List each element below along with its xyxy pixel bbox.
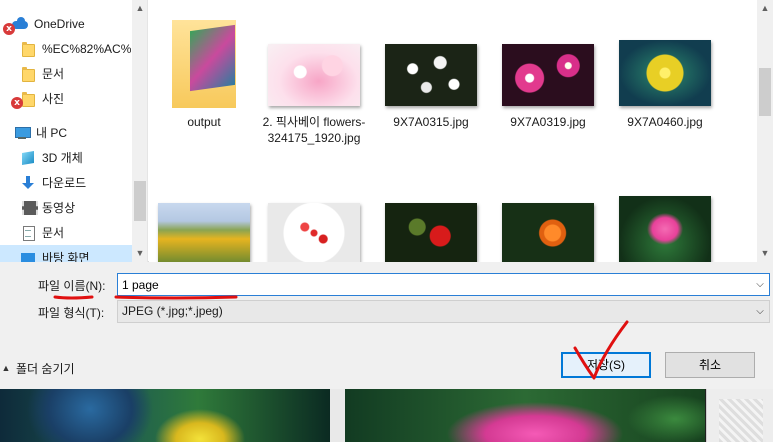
filename-label-underline xyxy=(53,295,94,300)
image-thumbnail xyxy=(268,44,360,106)
background-photo-flower-yellow xyxy=(0,389,330,442)
folder-thumbnail xyxy=(172,20,236,108)
nav-item-label: 3D 개체 xyxy=(42,151,83,165)
nav-item-this-pc[interactable]: 내 PC xyxy=(0,120,132,145)
sync-error-icon: x xyxy=(11,97,23,109)
nav-item-documents-onedrive[interactable]: 문서 xyxy=(0,61,132,86)
nav-item-desktop[interactable]: 바탕 화면 xyxy=(0,245,132,262)
filetype-label: 파일 형식(T): xyxy=(38,306,105,320)
filetype-select[interactable]: JPEG (*.jpg;*.jpeg) xyxy=(117,300,770,323)
scroll-thumb[interactable] xyxy=(759,68,771,116)
file-name: 9X7A0319.jpg xyxy=(510,115,586,129)
background-panel xyxy=(706,389,773,442)
filename-input[interactable] xyxy=(117,273,770,296)
nav-item-documents[interactable]: 문서 xyxy=(0,220,132,245)
nav-item-label: 문서 xyxy=(42,226,65,240)
pc-icon xyxy=(14,126,31,140)
scroll-thumb[interactable] xyxy=(134,181,146,221)
file-item[interactable]: 9X7A0315.jpg xyxy=(377,0,485,140)
nav-item-folder-encoded[interactable]: %EC%82%AC%E xyxy=(0,36,132,61)
nav-item-label: 다운로드 xyxy=(42,176,87,190)
file-item[interactable]: 9X7A0460.jpg xyxy=(611,0,719,140)
chevron-down-icon[interactable]: ⌵ xyxy=(752,303,768,320)
video-icon xyxy=(20,200,38,215)
nav-item-label: 내 PC xyxy=(36,126,68,140)
filename-value-underline xyxy=(114,295,238,300)
nav-item-label: %EC%82%AC%E xyxy=(42,41,132,56)
folder-icon xyxy=(20,41,36,57)
file-name: 9X7A0460.jpg xyxy=(627,115,703,129)
document-icon xyxy=(20,225,36,241)
file-item[interactable] xyxy=(150,196,258,262)
file-item-output[interactable]: output xyxy=(150,0,258,140)
file-item[interactable] xyxy=(377,196,485,262)
filename-label: 파일 이름(N): xyxy=(38,279,106,293)
scroll-down-icon[interactable]: ▼ xyxy=(757,245,773,262)
scroll-down-icon[interactable]: ▼ xyxy=(132,245,147,262)
cancel-button[interactable]: 취소 xyxy=(665,352,755,378)
file-item[interactable] xyxy=(611,196,719,262)
hide-folders-label: 폴더 숨기기 xyxy=(16,361,75,376)
background-photo-lotus xyxy=(345,389,705,442)
image-thumbnail xyxy=(502,203,594,262)
file-item[interactable]: 2. 픽사베이 flowers-324175_1920.jpg xyxy=(260,0,368,170)
background-photo-strip xyxy=(0,389,773,442)
navigation-pane: OneDrive x %EC%82%AC%E 문서 사진 x 내 PC 3D 개… xyxy=(0,0,148,262)
image-thumbnail xyxy=(619,40,711,106)
nav-item-downloads[interactable]: 다운로드 xyxy=(0,170,132,195)
scroll-up-icon[interactable]: ▲ xyxy=(757,0,773,17)
nav-item-videos[interactable]: 동영상 xyxy=(0,195,132,220)
nav-item-label: OneDrive xyxy=(34,16,85,31)
nav-item-label: 바탕 화면 xyxy=(42,251,90,262)
nav-scrollbar[interactable]: ▲ ▼ xyxy=(132,0,147,262)
nav-item-onedrive[interactable]: OneDrive xyxy=(0,11,132,36)
image-thumbnail xyxy=(385,44,477,106)
scroll-up-icon[interactable]: ▲ xyxy=(132,0,147,17)
background-divider xyxy=(330,389,345,442)
save-button[interactable]: 저장(S) xyxy=(561,352,651,378)
desktop-icon xyxy=(20,251,36,263)
nav-item-label: 사진 xyxy=(42,92,65,106)
image-thumbnail xyxy=(619,196,711,262)
chevron-up-icon: ▲ xyxy=(1,363,11,373)
sync-error-icon: x xyxy=(3,23,15,35)
folder-icon xyxy=(20,66,36,82)
file-name: output xyxy=(187,115,221,129)
image-thumbnail xyxy=(502,44,594,106)
file-browser: OneDrive x %EC%82%AC%E 문서 사진 x 내 PC 3D 개… xyxy=(0,0,773,262)
nav-item-3d-objects[interactable]: 3D 개체 xyxy=(0,145,132,170)
file-list-scrollbar[interactable]: ▲ ▼ xyxy=(757,0,773,262)
image-thumbnail xyxy=(158,203,250,262)
file-name: 2. 픽사베이 flowers-324175_1920.jpg xyxy=(262,115,366,145)
image-thumbnail xyxy=(385,203,477,262)
file-item[interactable]: 9X7A0319.jpg xyxy=(494,0,602,140)
nav-item-label: 문서 xyxy=(42,67,65,81)
file-item[interactable] xyxy=(494,196,602,262)
file-list: output 2. 픽사베이 flowers-324175_1920.jpg 9… xyxy=(149,0,757,262)
hide-folders-toggle[interactable]: ▲ 폴더 숨기기 xyxy=(0,358,75,378)
file-item[interactable] xyxy=(260,196,368,262)
nav-item-label: 동영상 xyxy=(42,201,76,215)
chevron-down-icon[interactable]: ⌵ xyxy=(752,276,768,293)
image-thumbnail xyxy=(268,203,360,262)
3d-objects-icon xyxy=(20,151,36,165)
file-name: 9X7A0315.jpg xyxy=(393,115,469,129)
download-icon xyxy=(20,175,36,190)
